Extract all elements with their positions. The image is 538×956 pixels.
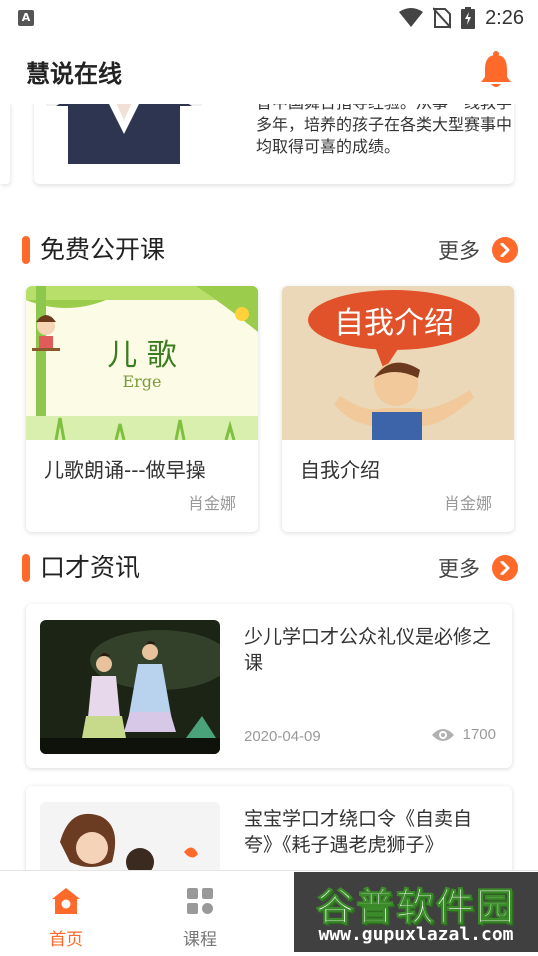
- free-courses-header: 免费公开课 更多: [22, 232, 518, 268]
- course-name: 儿歌朗诵---做早操: [44, 458, 206, 482]
- view-count: 1700: [462, 726, 496, 743]
- news-date: 2020-04-09: [244, 728, 321, 745]
- no-sim-icon: [433, 7, 452, 29]
- course-name: 自我介绍: [300, 458, 380, 482]
- nav-course[interactable]: 课程: [160, 885, 240, 950]
- free-courses-title: 免费公开课: [40, 235, 166, 264]
- previous-card-edge: [0, 100, 10, 184]
- status-time: 2:26: [485, 6, 524, 29]
- nav-course-label: 课程: [183, 930, 217, 950]
- nav-home[interactable]: 首页: [26, 885, 106, 950]
- eye-icon: [431, 728, 454, 741]
- chevron-right-icon: [492, 555, 518, 581]
- nav-home-label: 首页: [49, 930, 83, 950]
- course-teacher: 肖金娜: [187, 494, 236, 513]
- thumb-subtitle: Erge: [122, 372, 162, 391]
- news-header: 口才资讯 更多: [22, 550, 518, 586]
- thumb-title: 儿 歌: [107, 338, 177, 373]
- watermark-title: 谷普软件园: [315, 885, 516, 930]
- status-bar: A 2:26: [0, 0, 538, 36]
- status-icons: 2:26: [399, 6, 524, 30]
- news-item-title: 宝宝学口才绕口令《自卖自夸》《耗子遇老虎狮子》: [244, 808, 473, 856]
- chevron-right-icon: [492, 237, 518, 263]
- news-title: 口才资讯: [40, 553, 141, 582]
- notification-bell-icon[interactable]: [478, 50, 514, 90]
- news-more-button[interactable]: 更多: [438, 550, 518, 586]
- news-thumbnail: [40, 620, 220, 754]
- course-card[interactable]: 自我介绍 自我介绍 肖金娜: [282, 286, 514, 532]
- section-accent-bar: [22, 554, 30, 582]
- grid-apps-icon: [187, 888, 213, 914]
- wifi-icon: [399, 8, 424, 27]
- battery-charging-icon: [461, 7, 476, 29]
- more-label: 更多: [438, 239, 480, 263]
- course-teacher: 肖金娜: [443, 494, 492, 513]
- news-views: 1700: [431, 726, 496, 743]
- free-courses-more-button[interactable]: 更多: [438, 232, 518, 268]
- more-label: 更多: [438, 557, 480, 581]
- course-thumbnail: 自我介绍: [282, 286, 514, 440]
- course-thumbnail: 儿 歌 Erge: [26, 286, 258, 440]
- app-title: 慧说在线: [26, 60, 122, 88]
- news-item-title: 少儿学口才公众礼仪是必修之课: [244, 626, 492, 674]
- watermark-url: www.gupuxlazal.com: [318, 924, 514, 945]
- course-card[interactable]: 儿 歌 Erge 儿歌朗诵---做早操 肖金娜: [26, 286, 258, 532]
- app-header: 慧说在线: [0, 36, 538, 104]
- section-accent-bar: [22, 236, 30, 264]
- watermark: 谷普软件园 www.gupuxlazal.com: [294, 872, 538, 952]
- notification-icon: A: [18, 10, 34, 26]
- home-icon: [52, 888, 80, 914]
- thumb-title: 自我介绍: [334, 306, 454, 341]
- news-item[interactable]: 少儿学口才公众礼仪是必修之课 2020-04-09 1700: [26, 604, 512, 768]
